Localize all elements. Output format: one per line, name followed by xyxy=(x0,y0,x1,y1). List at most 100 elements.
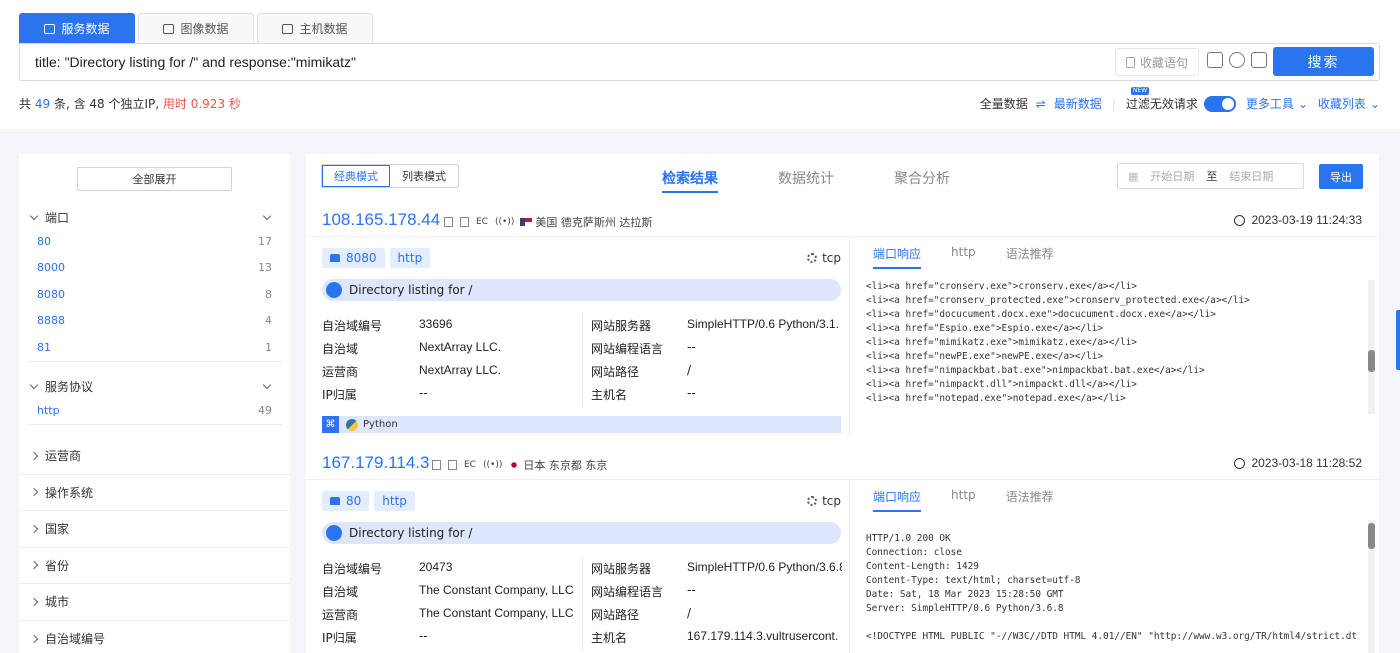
side-drawer-handle[interactable] xyxy=(1396,310,1400,370)
screenshot-icon[interactable] xyxy=(448,460,457,470)
export-button[interactable]: 导出 xyxy=(1319,164,1363,189)
as-value[interactable]: The Constant Company, LLC xyxy=(419,583,574,597)
filter-group-isp[interactable]: 运营商 xyxy=(19,438,290,475)
chevron-right-icon xyxy=(29,634,39,643)
search-input[interactable]: title: "Directory listing for /" and res… xyxy=(35,54,356,70)
mode-list-button[interactable]: 列表模式 xyxy=(390,165,458,187)
tab-aggregation[interactable]: 聚合分析 xyxy=(894,168,950,193)
tech-label[interactable]: Python xyxy=(363,419,398,430)
port-badges: 80 http xyxy=(322,491,420,511)
ec-icon[interactable]: EC xyxy=(476,217,488,227)
favorites-list-menu[interactable]: 收藏列表 xyxy=(1318,95,1366,112)
filter-group-asn[interactable]: 自治域编号 xyxy=(19,621,290,653)
tab-image-data[interactable]: 图像数据 xyxy=(138,13,254,43)
signal-icon: ((•)) xyxy=(482,460,503,470)
isp-value[interactable]: The Constant Company, LLC xyxy=(419,606,574,620)
filter-item[interactable]: http 49 xyxy=(19,397,290,424)
tab-service-data[interactable]: 服务数据 xyxy=(19,13,135,43)
chevron-right-icon xyxy=(29,451,39,460)
filter-item[interactable]: 8000 13 xyxy=(19,255,290,282)
scan-icon[interactable] xyxy=(1251,52,1267,68)
isp-label: 运营商 xyxy=(322,608,359,622)
tab-syntax-suggest[interactable]: 语法推荐 xyxy=(1006,245,1054,269)
filter-group-os[interactable]: 操作系统 xyxy=(19,475,290,511)
scrollbar-thumb[interactable] xyxy=(1368,523,1375,549)
clock-icon xyxy=(1234,457,1246,469)
ec-icon[interactable]: EC xyxy=(464,460,476,470)
page-title-bar[interactable]: Directory listing for / xyxy=(322,279,841,301)
transport-label: tcp xyxy=(807,251,841,265)
search-box[interactable]: title: "Directory listing for /" and res… xyxy=(19,43,1380,81)
screenshot-icon[interactable] xyxy=(460,217,469,227)
isp-label: 运营商 xyxy=(322,365,359,379)
protocol-badge[interactable]: http xyxy=(389,248,431,268)
mode-classic-button[interactable]: 经典模式 xyxy=(322,165,390,187)
asn-label: 自治域编号 xyxy=(322,562,383,576)
latest-data-link[interactable]: 最新数据 xyxy=(1054,95,1102,112)
chevron-down-icon: ⌄ xyxy=(1297,96,1308,111)
scrollbar-thumb[interactable] xyxy=(1368,350,1375,372)
isp-value[interactable]: NextArray LLC. xyxy=(419,363,501,377)
tab-syntax-suggest[interactable]: 语法推荐 xyxy=(1006,488,1054,512)
filter-group-header[interactable]: 端口 xyxy=(19,206,290,228)
more-tools-menu[interactable]: 更多工具 xyxy=(1246,95,1294,112)
chevron-down-icon: ⌄ xyxy=(1369,96,1380,111)
chevron-right-icon xyxy=(29,597,39,606)
host-value[interactable]: 167.179.114.3.vultrusercont... xyxy=(687,629,839,643)
date-range-picker[interactable]: ▦ 开始日期 至 结束日期 xyxy=(1117,163,1304,189)
divider xyxy=(582,557,583,650)
end-date-input[interactable]: 结束日期 xyxy=(1229,168,1273,184)
path-label: 网站路径 xyxy=(591,365,640,379)
filter-group-country[interactable]: 国家 xyxy=(19,511,290,548)
gear-icon xyxy=(807,253,818,263)
scrollbar[interactable] xyxy=(1368,520,1375,653)
scrollbar[interactable] xyxy=(1368,280,1375,414)
tab-port-response[interactable]: 端口响应 xyxy=(873,245,922,269)
image-icon xyxy=(163,23,175,34)
camera-icon[interactable] xyxy=(1229,52,1245,68)
tab-search-results[interactable]: 检索结果 xyxy=(662,168,718,193)
tab-http[interactable]: http xyxy=(951,488,976,512)
tab-http[interactable]: http xyxy=(951,245,976,269)
filter-group-city[interactable]: 城市 xyxy=(19,584,290,621)
jp-flag-icon xyxy=(508,461,521,469)
filter-item[interactable]: 81 1 xyxy=(19,334,290,361)
protocol-badge[interactable]: http xyxy=(374,491,415,511)
new-badge: NEW xyxy=(1131,87,1150,95)
search-button[interactable]: 搜索 xyxy=(1273,47,1374,76)
port-badge[interactable]: 8080 xyxy=(322,248,385,268)
as-value[interactable]: NextArray LLC. xyxy=(419,340,501,354)
filter-group-header[interactable]: 服务协议 xyxy=(19,375,290,397)
port-badge[interactable]: 80 xyxy=(322,491,370,511)
tab-statistics[interactable]: 数据统计 xyxy=(778,168,834,193)
qr-icon[interactable] xyxy=(1207,52,1223,68)
ip-geo-value: -- xyxy=(419,386,428,400)
filter-group-protocol: 服务协议 http 49 xyxy=(19,375,290,425)
tab-host-data[interactable]: 主机数据 xyxy=(257,13,373,43)
filter-item[interactable]: 8888 4 xyxy=(19,308,290,335)
tab-port-response[interactable]: 端口响应 xyxy=(873,488,922,512)
server-value[interactable]: SimpleHTTP/0.6 Python/3.1... xyxy=(687,317,839,331)
expand-all-button[interactable]: 全部展开 xyxy=(77,167,232,191)
asn-value[interactable]: 20473 xyxy=(419,560,452,574)
path-label: 网站路径 xyxy=(591,608,640,622)
asn-value[interactable]: 33696 xyxy=(419,317,452,331)
filter-item[interactable]: 8080 8 xyxy=(19,281,290,308)
ip-link[interactable]: 167.179.114.3 xyxy=(322,453,429,473)
ip-link[interactable]: 108.165.178.44 xyxy=(322,210,440,230)
doc-icon[interactable] xyxy=(432,460,441,470)
server-value[interactable]: SimpleHTTP/0.6 Python/3.6.8 xyxy=(687,560,842,574)
filter-group-province[interactable]: 省份 xyxy=(19,548,290,584)
chevron-down-icon xyxy=(29,211,39,220)
result-time: 2023-03-19 11:24:33 xyxy=(1234,213,1362,227)
page-title-bar[interactable]: Directory listing for / xyxy=(322,522,841,544)
filter-item[interactable]: 80 17 xyxy=(19,228,290,255)
result-detail: 80 http tcp Directory listing for / 自治域编… xyxy=(306,480,849,653)
favorite-query-button[interactable]: 收藏语句 xyxy=(1115,48,1199,76)
start-date-input[interactable]: 开始日期 xyxy=(1150,168,1194,184)
link-icon xyxy=(326,282,342,298)
full-data-link[interactable]: 全量数据 xyxy=(980,95,1028,112)
filter-invalid-toggle[interactable] xyxy=(1203,95,1236,112)
response-content: <li><a href="cronserv.exe">cronserv.exe<… xyxy=(866,281,1250,404)
doc-icon[interactable] xyxy=(444,217,453,227)
